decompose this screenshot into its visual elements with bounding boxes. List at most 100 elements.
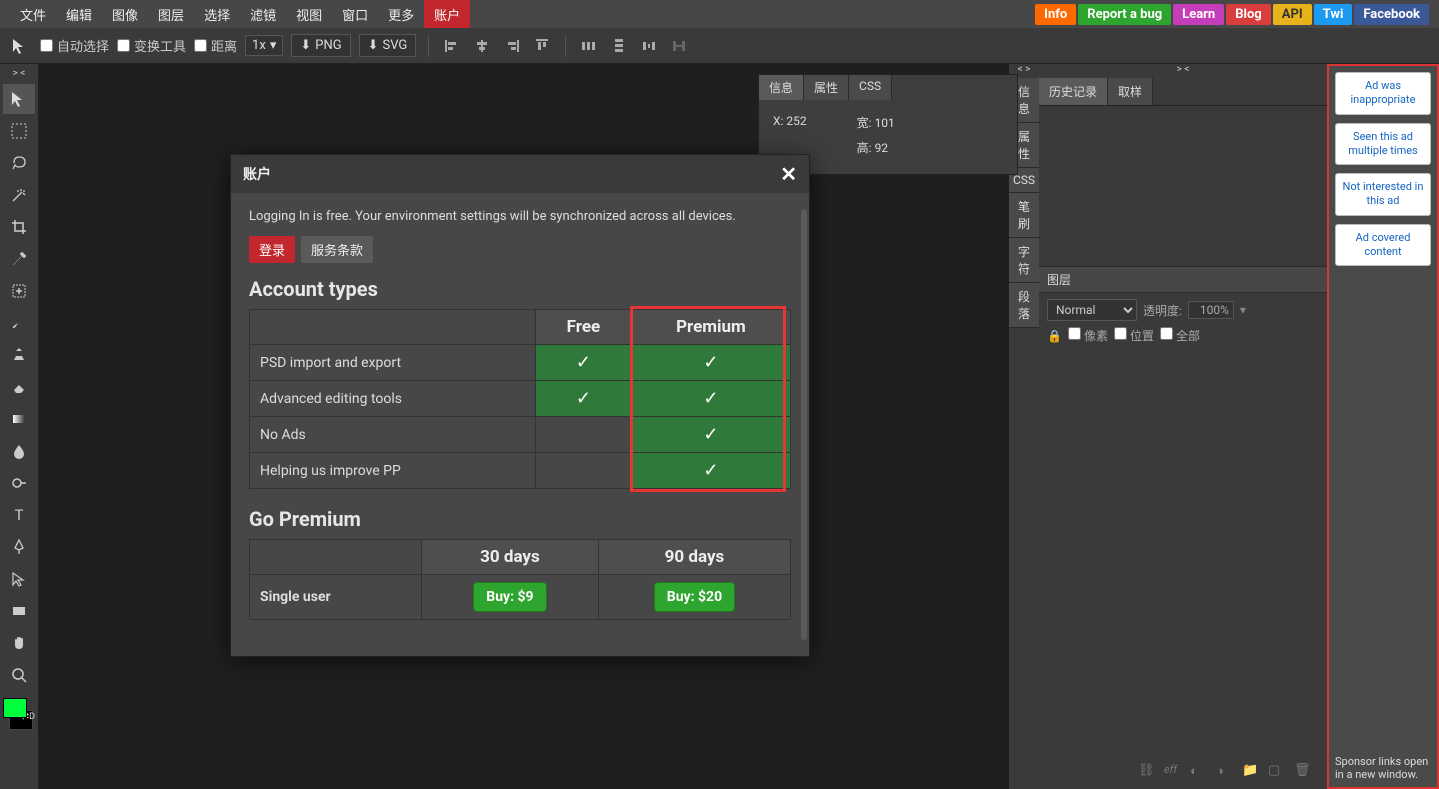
link-report-bug[interactable]: Report a bug (1078, 4, 1171, 25)
link-blog[interactable]: Blog (1226, 4, 1271, 25)
link-layers-icon[interactable]: ⛓ (1138, 763, 1154, 779)
menu-select[interactable]: 选择 (194, 0, 240, 28)
account-types-table: Free Premium PSD import and export ✓ ✓ A… (249, 309, 791, 489)
export-svg-button[interactable]: ⬇ SVG (359, 34, 417, 57)
menu-account[interactable]: 账户 (424, 0, 470, 28)
menu-file[interactable]: 文件 (10, 0, 56, 28)
zoom-select[interactable]: 1x ▾ (245, 35, 283, 56)
distance-checkbox[interactable]: 距离 (194, 36, 237, 55)
blur-tool[interactable] (3, 436, 35, 466)
lasso-tool[interactable] (3, 148, 35, 178)
eyedropper-tool[interactable] (3, 244, 35, 274)
info-tab-info[interactable]: 信息 (759, 75, 804, 100)
chevron-down-icon: ▾ (270, 38, 277, 53)
info-tab-properties[interactable]: 属性 (804, 75, 849, 100)
clone-stamp-tool[interactable] (3, 340, 35, 370)
hand-tool[interactable] (3, 628, 35, 658)
magic-wand-tool[interactable] (3, 180, 35, 210)
transform-tool-checkbox[interactable]: 变换工具 (117, 36, 186, 55)
distribute-spacing-icon[interactable] (638, 35, 660, 57)
right-tabs: 历史记录 取样 (1039, 78, 1327, 106)
chevron-down-icon[interactable]: ▾ (1240, 303, 1246, 317)
scrollbar[interactable] (801, 209, 807, 640)
auto-select-checkbox[interactable]: 自动选择 (40, 36, 109, 55)
zoom-tool[interactable] (3, 660, 35, 690)
mask-icon[interactable]: ◐ (1190, 763, 1206, 779)
export-svg-label: SVG (383, 38, 408, 53)
healing-tool[interactable] (3, 276, 35, 306)
fx-icon[interactable]: eff (1164, 763, 1180, 779)
shape-tool[interactable] (3, 596, 35, 626)
menu-edit[interactable]: 编辑 (56, 0, 102, 28)
left-toolbar: > < T ⇄D (0, 64, 38, 789)
info-tab-css[interactable]: CSS (849, 75, 892, 100)
link-twitter[interactable]: Twi (1314, 4, 1353, 25)
side-tab-paragraph[interactable]: 段落 (1009, 283, 1039, 328)
foreground-swatch[interactable] (3, 698, 27, 718)
opacity-value[interactable]: 100% (1188, 301, 1234, 319)
ad-opt-not-interested[interactable]: Not interested in this ad (1335, 173, 1431, 216)
tab-sample[interactable]: 取样 (1108, 78, 1153, 105)
crop-tool[interactable] (3, 212, 35, 242)
table-row: Helping us improve PP ✓ (250, 453, 791, 489)
gradient-tool[interactable] (3, 404, 35, 434)
menu-more[interactable]: 更多 (378, 0, 424, 28)
marquee-tool[interactable] (3, 116, 35, 146)
folder-icon[interactable]: 📁 (1242, 763, 1258, 779)
align-center-h-icon[interactable] (471, 35, 493, 57)
pen-tool[interactable] (3, 532, 35, 562)
lock-all-checkbox[interactable]: 全部 (1160, 327, 1200, 344)
blend-mode-select[interactable]: Normal (1047, 299, 1137, 321)
buy-20-button[interactable]: Buy: $20 (654, 582, 735, 612)
account-types-heading: Account types (249, 277, 791, 301)
side-tab-character[interactable]: 字符 (1009, 238, 1039, 283)
tab-history[interactable]: 历史记录 (1039, 78, 1108, 105)
eraser-tool[interactable] (3, 372, 35, 402)
table-row: No Ads ✓ (250, 417, 791, 453)
dodge-tool[interactable] (3, 468, 35, 498)
right-collapse-toggle[interactable]: > < (1039, 64, 1327, 78)
link-api[interactable]: API (1273, 4, 1312, 25)
distribute-v-icon[interactable] (608, 35, 630, 57)
color-swatches[interactable]: ⇄D (1, 692, 37, 736)
align-right-icon[interactable] (501, 35, 523, 57)
move-tool[interactable] (3, 84, 35, 114)
export-png-button[interactable]: ⬇ PNG (291, 34, 350, 57)
modal-tab-tos[interactable]: 服务条款 (301, 236, 373, 263)
path-select-tool[interactable] (3, 564, 35, 594)
distribute-spacing2-icon[interactable] (668, 35, 690, 57)
menu-layer[interactable]: 图层 (148, 0, 194, 28)
menu-view[interactable]: 视图 (286, 0, 332, 28)
transform-tool-label: 变换工具 (134, 36, 186, 55)
link-info[interactable]: Info (1035, 4, 1076, 25)
link-facebook[interactable]: Facebook (1354, 4, 1429, 25)
new-layer-icon[interactable]: ▢ (1268, 763, 1284, 779)
buy-9-button[interactable]: Buy: $9 (473, 582, 546, 612)
lock-pixel-checkbox[interactable]: 像素 (1068, 327, 1108, 344)
close-icon[interactable]: ✕ (780, 164, 797, 184)
download-icon: ⬇ (300, 38, 311, 53)
layers-footer: ⛓ eff ◐ ◑ 📁 ▢ 🗑 (1040, 759, 1320, 783)
menu-image[interactable]: 图像 (102, 0, 148, 28)
modal-titlebar[interactable]: 账户 ✕ (231, 155, 809, 193)
align-left-icon[interactable] (441, 35, 463, 57)
go-premium-heading: Go Premium (249, 507, 791, 531)
align-top-icon[interactable] (531, 35, 553, 57)
link-learn[interactable]: Learn (1173, 4, 1224, 25)
check-icon: ✓ (631, 417, 790, 453)
ad-opt-inappropriate[interactable]: Ad was inappropriate (1335, 72, 1431, 115)
adjustment-icon[interactable]: ◑ (1216, 763, 1232, 779)
lock-position-checkbox[interactable]: 位置 (1114, 327, 1154, 344)
distribute-h-icon[interactable] (578, 35, 600, 57)
menu-filter[interactable]: 滤镜 (240, 0, 286, 28)
type-tool[interactable]: T (3, 500, 35, 530)
side-tab-brush[interactable]: 笔刷 (1009, 193, 1039, 238)
download-icon: ⬇ (368, 38, 379, 53)
ad-opt-seen-multiple[interactable]: Seen this ad multiple times (1335, 123, 1431, 166)
menu-window[interactable]: 窗口 (332, 0, 378, 28)
brush-tool[interactable] (3, 308, 35, 338)
modal-tab-login[interactable]: 登录 (249, 236, 295, 263)
trash-icon[interactable]: 🗑 (1294, 763, 1310, 779)
ad-opt-covered-content[interactable]: Ad covered content (1335, 224, 1431, 267)
collapse-toggle[interactable]: > < (13, 68, 26, 82)
